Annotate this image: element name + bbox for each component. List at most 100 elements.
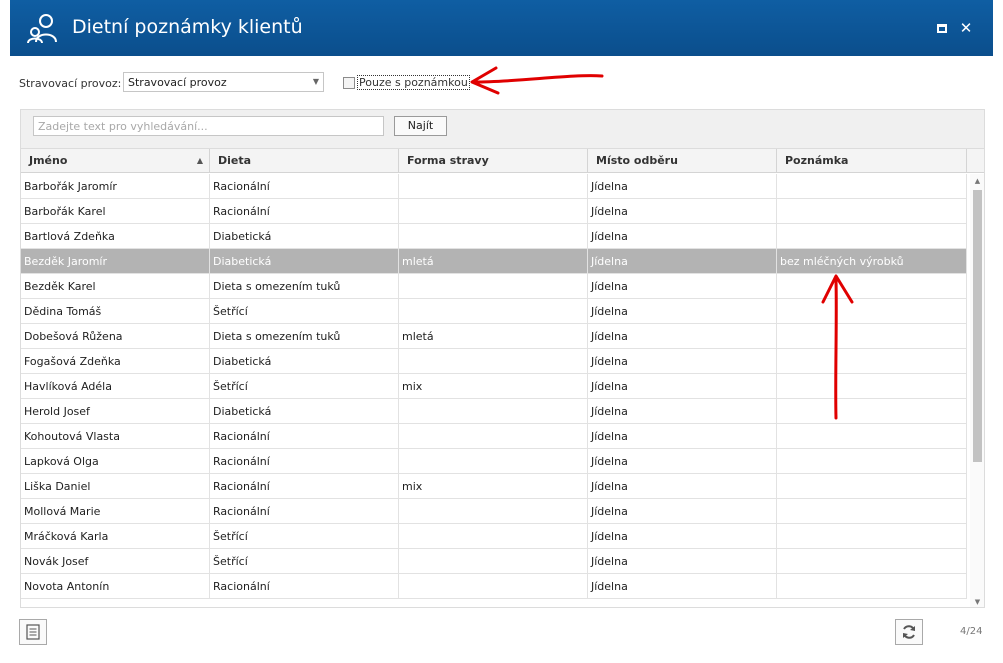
maximize-button[interactable]	[934, 20, 950, 36]
cell-name: Liška Daniel	[21, 474, 210, 498]
table-row[interactable]: Mollová Marie Racionální Jídelna	[21, 499, 967, 524]
cell-name: Bezděk Karel	[21, 274, 210, 298]
table-row[interactable]: Lapková Olga Racionální Jídelna	[21, 449, 967, 474]
cell-note	[777, 524, 967, 548]
cell-pickup-place: Jídelna	[588, 199, 777, 223]
cell-food-form	[399, 524, 588, 548]
cell-pickup-place: Jídelna	[588, 424, 777, 448]
column-header-name[interactable]: Jméno ▲	[21, 149, 210, 173]
cell-note	[777, 324, 967, 348]
cell-food-form	[399, 224, 588, 248]
column-header-food-form[interactable]: Forma stravy	[399, 149, 588, 173]
cell-diet: Racionální	[210, 499, 399, 523]
only-with-note-label[interactable]: Pouze s poznámkou	[357, 75, 470, 90]
cell-note	[777, 424, 967, 448]
cell-note	[777, 274, 967, 298]
table-row[interactable]: Herold Josef Diabetická Jídelna	[21, 399, 967, 424]
table-row[interactable]: Dědina Tomáš Šetřící Jídelna	[21, 299, 967, 324]
cell-name: Herold Josef	[21, 399, 210, 423]
table-row[interactable]: Novák Josef Šetřící Jídelna	[21, 549, 967, 574]
cell-pickup-place: Jídelna	[588, 349, 777, 373]
table-row[interactable]: Fogašová Zdeňka Diabetická Jídelna	[21, 349, 967, 374]
table-row[interactable]: Havlíková Adéla Šetřící mix Jídelna	[21, 374, 967, 399]
cell-note	[777, 499, 967, 523]
table-row[interactable]: Bartlová Zdeňka Diabetická Jídelna	[21, 224, 967, 249]
cell-food-form: mletá	[399, 324, 588, 348]
cell-diet: Racionální	[210, 574, 399, 598]
table-row[interactable]: Bezděk Jaromír Diabetická mletá Jídelna bez …	[21, 249, 967, 274]
table-row[interactable]: Bezděk Karel Dieta s omezením tuků Jídelna	[21, 274, 967, 299]
table-row[interactable]: Barbořák Jaromír Racionální Jídelna	[21, 174, 967, 199]
close-icon: ✕	[959, 19, 973, 37]
cell-food-form	[399, 349, 588, 373]
table-body: Barbořák Jaromír Racionální Jídelna Barbořá…	[21, 174, 967, 599]
cell-pickup-place: Jídelna	[588, 249, 777, 273]
cell-food-form: mix	[399, 374, 588, 398]
close-button[interactable]: ✕	[958, 20, 974, 36]
canteen-select[interactable]: Stravovací provoz ▼	[123, 72, 324, 92]
cell-pickup-place: Jídelna	[588, 299, 777, 323]
cell-diet: Racionální	[210, 449, 399, 473]
cell-note: bez mléčných výrobků	[777, 249, 967, 273]
cell-diet: Šetřící	[210, 374, 399, 398]
table-row[interactable]: Mráčková Karla Šetřící Jídelna	[21, 524, 967, 549]
search-button[interactable]: Najít	[394, 116, 447, 136]
cell-diet: Racionální	[210, 424, 399, 448]
cell-diet: Dieta s omezením tuků	[210, 324, 399, 348]
cell-name: Barbořák Karel	[21, 199, 210, 223]
search-panel: Najít	[20, 109, 985, 149]
page-counter: 4/24	[960, 626, 983, 637]
table-row[interactable]: Barbořák Karel Racionální Jídelna	[21, 199, 967, 224]
title-bar: Dietní poznámky klientů ✕	[10, 0, 993, 56]
export-button[interactable]	[19, 619, 47, 645]
people-icon	[27, 14, 57, 44]
cell-note	[777, 349, 967, 373]
cell-note	[777, 549, 967, 573]
scroll-down-icon[interactable]: ▼	[970, 595, 984, 607]
arrow-to-checkbox	[470, 66, 604, 95]
only-with-note-checkbox[interactable]	[343, 77, 355, 89]
cell-food-form	[399, 274, 588, 298]
cell-food-form	[399, 499, 588, 523]
cell-food-form	[399, 449, 588, 473]
cell-diet: Diabetická	[210, 349, 399, 373]
cell-diet: Diabetická	[210, 224, 399, 248]
scroll-up-icon[interactable]: ▲	[970, 174, 984, 188]
cell-food-form	[399, 424, 588, 448]
cell-name: Fogašová Zdeňka	[21, 349, 210, 373]
cell-diet: Šetřící	[210, 299, 399, 323]
search-input[interactable]	[33, 116, 384, 136]
table-row[interactable]: Novota Antonín Racionální Jídelna	[21, 574, 967, 599]
cell-diet: Racionální	[210, 199, 399, 223]
cell-note	[777, 299, 967, 323]
chevron-down-icon: ▼	[312, 77, 319, 86]
cell-name: Mráčková Karla	[21, 524, 210, 548]
table-row[interactable]: Dobešová Růžena Dieta s omezením tuků mlet…	[21, 324, 967, 349]
canteen-select-value: Stravovací provoz	[128, 76, 227, 89]
column-header-pickup-place[interactable]: Místo odběru	[588, 149, 777, 173]
table-row[interactable]: Kohoutová Vlasta Racionální Jídelna	[21, 424, 967, 449]
refresh-icon	[903, 625, 915, 639]
cell-name: Novota Antonín	[21, 574, 210, 598]
table-row[interactable]: Liška Daniel Racionální mix Jídelna	[21, 474, 967, 499]
cell-pickup-place: Jídelna	[588, 574, 777, 598]
cell-pickup-place: Jídelna	[588, 449, 777, 473]
refresh-button[interactable]	[895, 619, 923, 645]
cell-note	[777, 199, 967, 223]
cell-name: Kohoutová Vlasta	[21, 424, 210, 448]
cell-food-form	[399, 299, 588, 323]
cell-diet: Dieta s omezením tuků	[210, 274, 399, 298]
cell-diet: Racionální	[210, 474, 399, 498]
column-header-diet[interactable]: Dieta	[210, 149, 399, 173]
cell-note	[777, 374, 967, 398]
cell-pickup-place: Jídelna	[588, 324, 777, 348]
cell-note	[777, 449, 967, 473]
cell-name: Novák Josef	[21, 549, 210, 573]
column-header-note[interactable]: Poznámka	[777, 149, 967, 173]
scroll-thumb[interactable]	[973, 190, 982, 462]
document-icon	[26, 624, 40, 640]
cell-name: Bezděk Jaromír	[21, 249, 210, 273]
cell-diet: Racionální	[210, 174, 399, 198]
vertical-scrollbar[interactable]: ▲ ▼	[970, 174, 984, 607]
sort-ascending-icon: ▲	[196, 156, 203, 165]
